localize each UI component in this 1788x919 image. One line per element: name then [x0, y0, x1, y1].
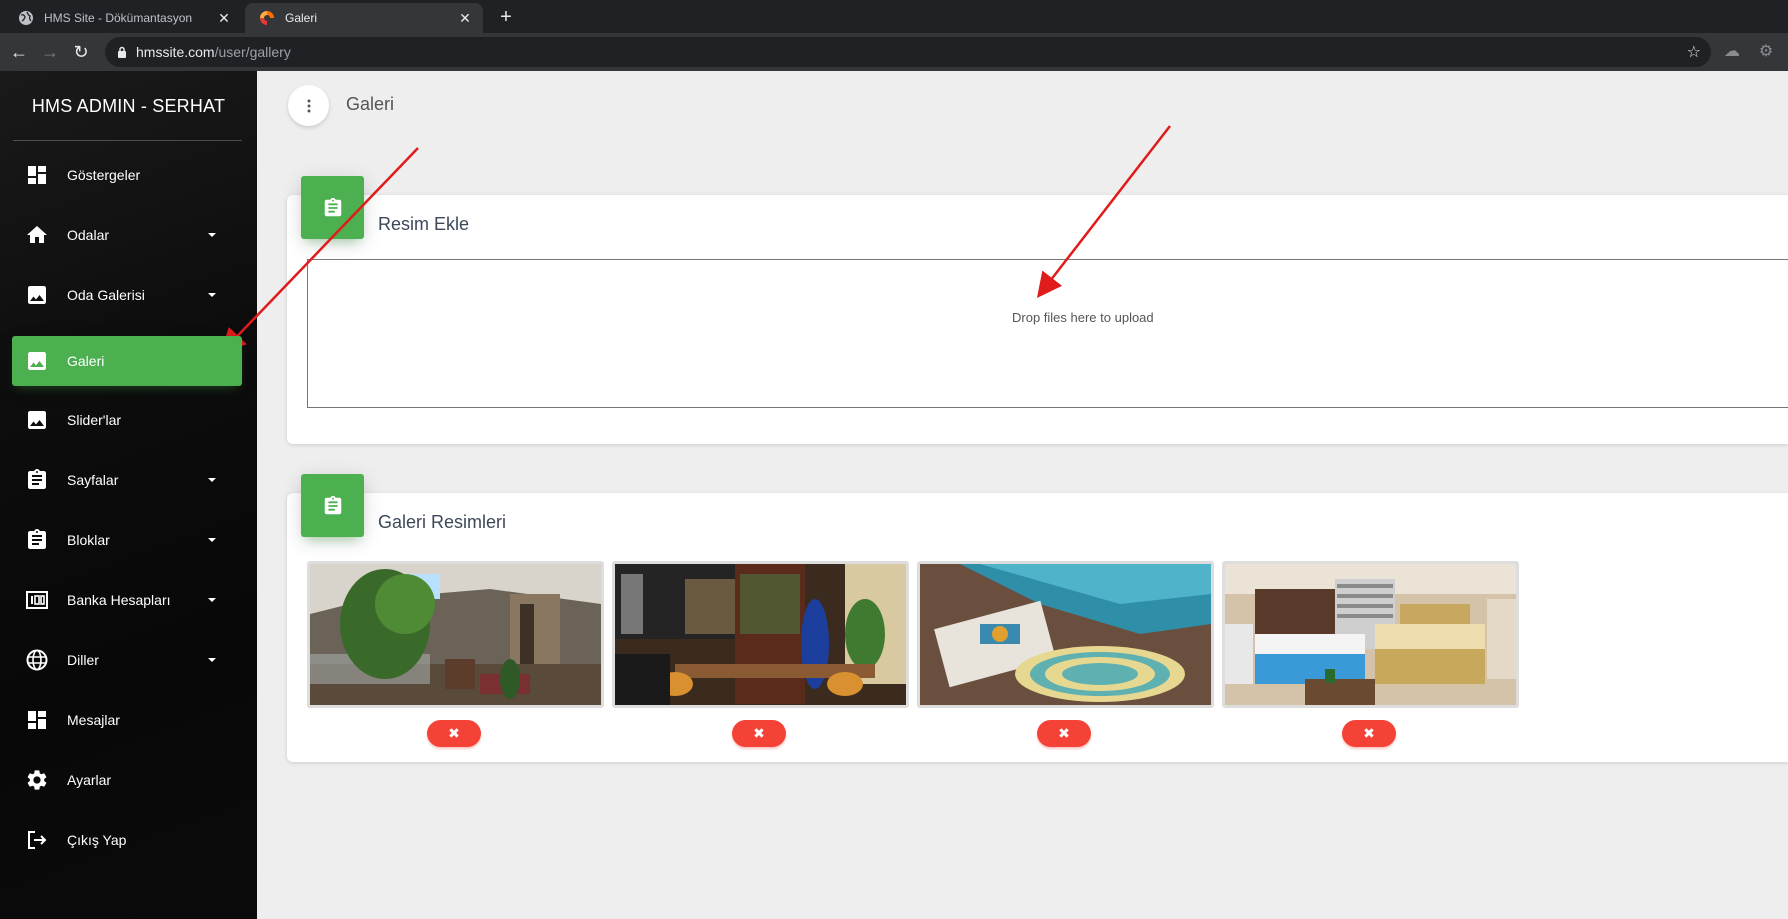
sidebar-item-label: Odalar: [67, 227, 110, 243]
gallery-item: ✖: [1222, 561, 1519, 747]
page-title: Galeri: [346, 94, 395, 114]
card-title: Resim Ekle: [378, 214, 470, 234]
clipboard-icon: [28, 469, 46, 489]
tab-close-icon[interactable]: ✕: [457, 10, 473, 27]
site-logo-icon: [260, 11, 274, 25]
gear-icon: [27, 770, 47, 790]
address-bar[interactable]: hmssite.com/user/gallery ☆: [105, 37, 1711, 67]
sidebar-item-ayarlar[interactable]: Ayarlar: [12, 755, 242, 805]
sidebar-item-bloklar[interactable]: Bloklar: [12, 515, 242, 565]
new-tab-button[interactable]: +: [494, 6, 518, 30]
sidebar-item-sayfalar[interactable]: Sayfalar: [12, 455, 242, 505]
delete-image-button[interactable]: ✖: [732, 720, 786, 747]
room-photo: [1225, 564, 1516, 705]
caret-down-icon: [208, 598, 216, 602]
browser-toolbar: ← → ↻ hmssite.com/user/gallery ☆ ☁ ⚙: [0, 33, 1788, 71]
dashboard-icon: [28, 711, 46, 729]
delete-image-button[interactable]: ✖: [1342, 720, 1396, 747]
extension-gear-icon[interactable]: ⚙: [1756, 42, 1776, 62]
url-path: /user/gallery: [214, 44, 291, 60]
tab-title: Galeri: [285, 11, 318, 25]
forward-icon[interactable]: →: [39, 41, 61, 63]
main-content: Galeri Resim Ekle Drop files here to upl…: [257, 71, 1788, 919]
card-header-icon: [301, 474, 364, 537]
sidebar-item-label: Oda Galerisi: [67, 287, 145, 303]
clipboard-icon: [324, 197, 341, 216]
lock-icon: [118, 46, 126, 58]
sidebar-item-odalar[interactable]: Odalar: [12, 210, 242, 260]
bank-icon: [26, 591, 48, 609]
caret-down-icon: [208, 658, 216, 662]
sidebar-item-banka-hesaplari[interactable]: Banka Hesapları: [12, 575, 242, 625]
dropzone-text: Drop files here to upload: [1012, 310, 1154, 325]
caret-down-icon: [208, 538, 216, 542]
sidebar-item-oda-galerisi[interactable]: Oda Galerisi: [12, 270, 242, 320]
bookmark-star-icon[interactable]: ☆: [1687, 42, 1701, 62]
clipboard-icon: [28, 529, 46, 549]
gallery-item: ✖: [917, 561, 1214, 747]
sidebar-item-label: Slider'lar: [67, 412, 122, 428]
globe-icon: [26, 649, 48, 671]
card-title: Galeri Resimleri: [378, 512, 507, 532]
extension-icon[interactable]: ☁: [1722, 42, 1742, 62]
browser-tabstrip: HMS Site - Dökümantasyon ✕ Galeri ✕ +: [0, 0, 1788, 33]
reload-icon[interactable]: ↻: [70, 41, 92, 63]
dashboard-icon: [28, 166, 46, 184]
sidebar: HMS ADMIN - SERHAT Göstergeler Odalar Od…: [0, 71, 257, 919]
sidebar-item-cikis-yap[interactable]: Çıkış Yap: [12, 815, 242, 865]
tab-title: HMS Site - Dökümantasyon: [44, 11, 193, 25]
gallery-image-hotel-bar[interactable]: [612, 561, 909, 708]
sidebar-item-label: Göstergeler: [67, 167, 141, 183]
browser-tab-docs[interactable]: HMS Site - Dökümantasyon ✕: [4, 3, 242, 33]
gallery-item: ✖: [612, 561, 909, 747]
brand-title[interactable]: HMS ADMIN - SERHAT: [0, 71, 257, 141]
home-icon: [27, 226, 47, 243]
more-vert-icon: [307, 99, 310, 112]
sidebar-item-label: Banka Hesapları: [67, 592, 171, 608]
browser-tab-galeri[interactable]: Galeri ✕: [245, 3, 483, 33]
gallery-image-hotel-room[interactable]: [1222, 561, 1519, 708]
gallery-item: ✖: [307, 561, 604, 747]
caret-down-icon: [208, 233, 216, 237]
image-icon: [28, 411, 46, 429]
lobby-photo: [310, 564, 601, 705]
sidebar-item-label: Galeri: [67, 353, 105, 369]
sidebar-item-label: Ayarlar: [67, 772, 112, 788]
delete-image-button[interactable]: ✖: [1037, 720, 1091, 747]
sidebar-item-label: Bloklar: [67, 532, 110, 548]
sidebar-item-sliderlar[interactable]: Slider'lar: [12, 395, 242, 445]
sidebar-item-diller[interactable]: Diller: [12, 635, 242, 685]
bar-photo: [615, 564, 906, 705]
sidebar-item-gostergeler[interactable]: Göstergeler: [12, 150, 242, 200]
image-icon: [28, 352, 46, 370]
sidebar-item-label: Sayfalar: [67, 472, 119, 488]
sidebar-item-label: Mesajlar: [67, 712, 120, 728]
image-icon: [28, 286, 46, 304]
upload-card: Resim Ekle Drop files here to upload: [287, 176, 1788, 444]
clipboard-icon: [324, 495, 341, 514]
pool-photo: [920, 564, 1211, 705]
card-header-icon: [301, 176, 364, 239]
sidebar-item-label: Diller: [67, 652, 99, 668]
tab-close-icon[interactable]: ✕: [216, 10, 232, 27]
file-dropzone[interactable]: Drop files here to upload: [307, 259, 1788, 408]
sidebar-item-label: Çıkış Yap: [67, 832, 127, 848]
gallery-image-hotel-lobby[interactable]: [307, 561, 604, 708]
caret-down-icon: [208, 478, 216, 482]
sidebar-item-mesajlar[interactable]: Mesajlar: [12, 695, 242, 745]
brand-divider: [13, 140, 242, 141]
delete-image-button[interactable]: ✖: [427, 720, 481, 747]
globe-icon: [19, 11, 33, 25]
gallery-image-pool-deck[interactable]: [917, 561, 1214, 708]
gallery-card: Galeri Resimleri ✖ ✖ ✖ ✖: [287, 474, 1788, 762]
url-host: hmssite.com: [136, 44, 215, 60]
sidebar-toggle-button[interactable]: [288, 85, 329, 126]
caret-down-icon: [208, 293, 216, 297]
back-icon[interactable]: ←: [8, 41, 30, 63]
logout-icon: [28, 831, 47, 849]
sidebar-item-galeri[interactable]: Galeri: [12, 336, 242, 386]
